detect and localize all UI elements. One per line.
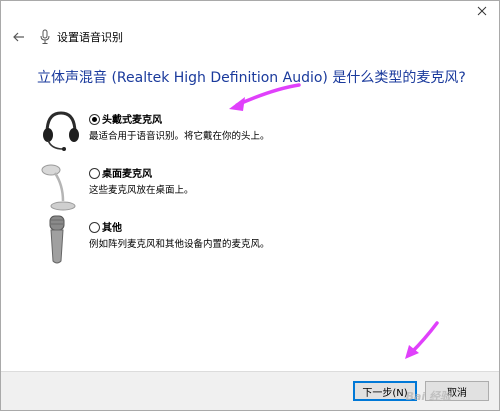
annotation-arrow [405, 321, 439, 359]
option-description: 最适合用于语音识别。将它戴在你的头上。 [89, 131, 270, 142]
watermark-logo: Bai 经验 [405, 390, 451, 403]
page-title: 立体声混音 (Realtek High Definition Audio) 是什… [37, 70, 466, 86]
handheld-mic-icon [49, 215, 65, 264]
wizard-title: 设置语音识别 [57, 31, 123, 44]
microphone-icon [40, 29, 50, 44]
close-icon[interactable] [475, 4, 489, 18]
wizard-footer: 下一步(N) 取消 Bai 经验 [1, 371, 499, 410]
option-label: 头戴式麦克风 [102, 115, 162, 126]
desktop-mic-icon [41, 164, 76, 211]
radio-headset[interactable] [89, 114, 100, 125]
option-label: 其他 [102, 223, 122, 234]
option-description: 例如阵列麦克风和其他设备内置的麦克风。 [89, 239, 270, 250]
wizard-nav: 设置语音识别 [11, 27, 123, 47]
headset-icon [43, 111, 79, 151]
option-other[interactable]: 其他 例如阵列麦克风和其他设备内置的麦克风。 [37, 215, 297, 273]
option-desktop-mic[interactable]: 桌面麦克风 这些麦克风放在桌面上。 [37, 161, 297, 219]
wizard-window: 设置语音识别 立体声混音 (Realtek High Definition Au… [0, 0, 500, 411]
option-description: 这些麦克风放在桌面上。 [89, 185, 194, 196]
back-arrow-icon[interactable] [11, 29, 27, 45]
option-label: 桌面麦克风 [102, 169, 152, 180]
radio-desktop-mic[interactable] [89, 168, 100, 179]
option-headset[interactable]: 头戴式麦克风 最适合用于语音识别。将它戴在你的头上。 [37, 107, 297, 165]
radio-other[interactable] [89, 222, 100, 233]
